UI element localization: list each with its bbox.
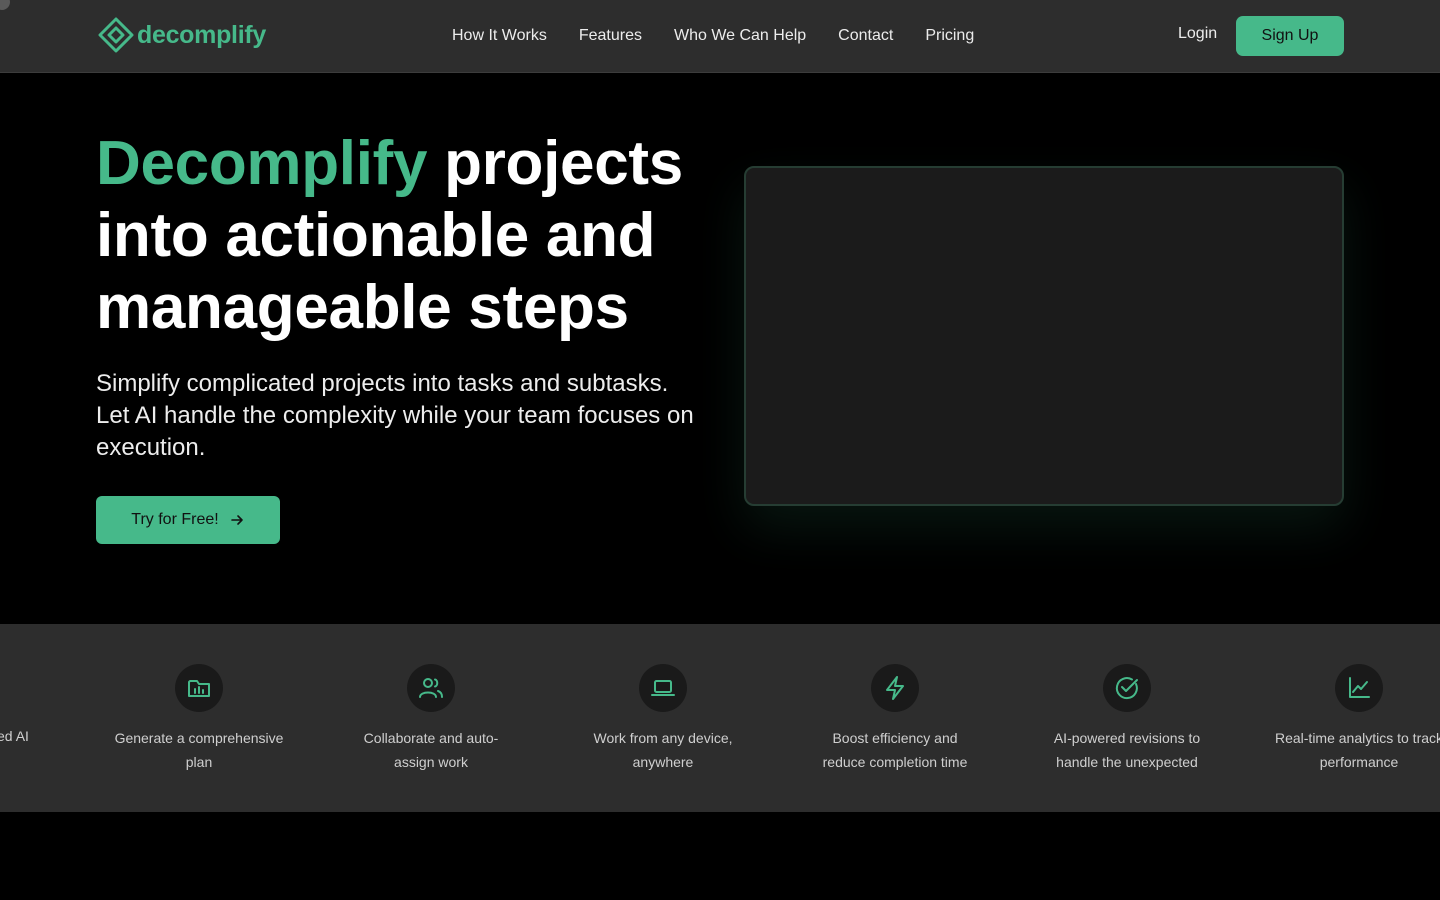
brand-logo[interactable]: decomplify [98,17,266,53]
feature-text: AI-powered revisions to handle the unexp… [1053,730,1201,770]
feature-item: Work from any device, anywhere [547,664,779,774]
diamond-logo-icon [98,17,134,53]
hero-title-accent: Decomplify [96,129,428,198]
feature-item: Generate a comprehensive plan [83,664,315,774]
nav-link-who-we-can-help[interactable]: Who We Can Help [674,27,806,45]
try-for-free-button[interactable]: Try for Free! [96,496,280,544]
brand-name: decomplify [137,20,266,49]
login-link[interactable]: Login [1178,25,1217,43]
features-strip: ced AI Generate a comprehensive plan Col… [0,624,1440,812]
lightning-icon [886,676,904,700]
hero-subtitle: Simplify complicated projects into tasks… [96,370,694,461]
corner-dot [0,0,10,10]
feature-text: Collaborate and auto-assign work [363,730,499,770]
nav-link-features[interactable]: Features [579,27,642,45]
feature-icon-circle [639,664,687,712]
users-icon [419,678,443,698]
feature-item: AI-powered revisions to handle the unexp… [1011,664,1243,774]
signup-button[interactable]: Sign Up [1236,16,1344,56]
feature-icon-circle [407,664,455,712]
feature-icon-circle [1103,664,1151,712]
feature-text: Boost efficiency and reduce completion t… [822,730,968,770]
feature-text-partial: ced AI [0,728,29,744]
nav-link-pricing[interactable]: Pricing [925,27,974,45]
folder-chart-icon [188,680,210,697]
feature-icon-circle [1335,664,1383,712]
main-nav: How It Works Features Who We Can Help Co… [452,25,974,47]
nav-link-contact[interactable]: Contact [838,27,893,45]
feature-item: Collaborate and auto-assign work [315,664,547,774]
feature-text: Generate a comprehensive plan [114,730,284,770]
feature-text: Work from any device, anywhere [593,730,733,770]
feature-icon-circle [175,664,223,712]
arrow-right-icon [230,515,243,525]
nav-link-how-it-works[interactable]: How It Works [452,27,547,45]
top-navbar: decomplify How It Works Features Who We … [0,0,1440,73]
feature-item: Boost efficiency and reduce completion t… [779,664,1011,774]
hero-title: Decomplify projects into actionable and … [96,128,736,344]
line-chart-icon [1349,677,1370,698]
try-for-free-label: Try for Free! [131,511,219,528]
feature-text: Real-time analytics to track performance [1274,730,1440,770]
laptop-icon [651,680,675,696]
check-circle-icon [1115,677,1138,700]
feature-item: Real-time analytics to track performance [1243,664,1440,774]
feature-icon-circle [871,664,919,712]
hero-preview-panel [744,166,1344,506]
